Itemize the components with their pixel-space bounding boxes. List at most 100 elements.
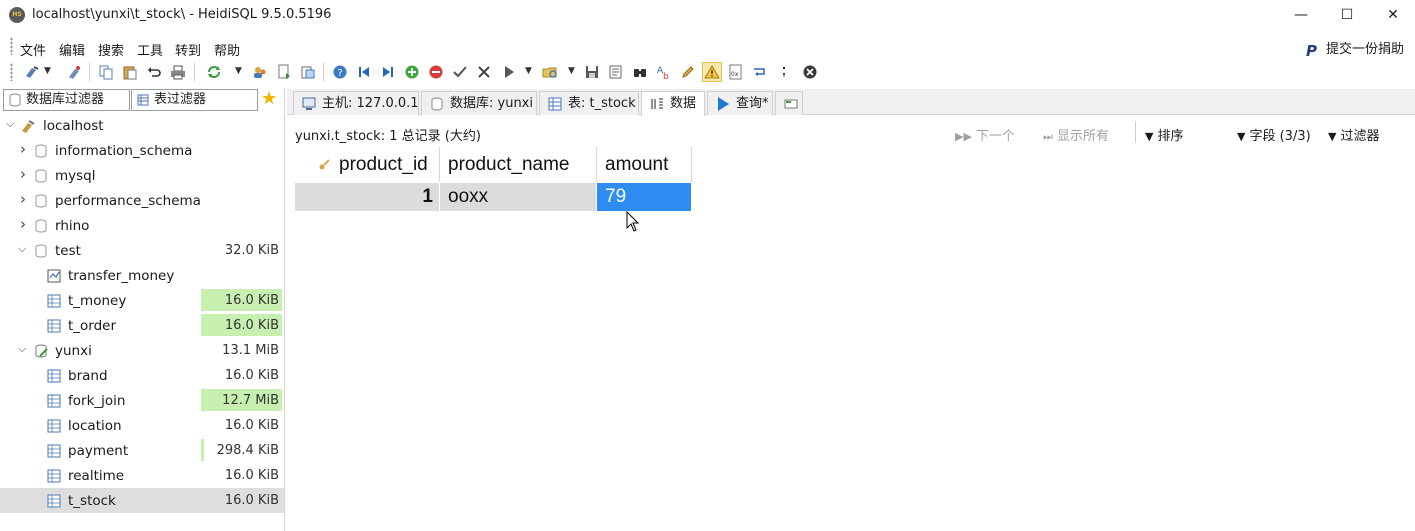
print-icon[interactable] [168,62,188,82]
tree-node-fork-join[interactable]: fork_join 12.7 MiB [0,388,284,413]
funnel-icon: ▼ [1328,130,1337,143]
sort-label: 排序 [1157,129,1184,144]
single-query-icon[interactable] [774,62,794,82]
tree-node-information-schema[interactable]: › information_schema [0,138,284,163]
load-sql-file-icon[interactable] [540,62,560,82]
tab-bar: 主机: 127.0.0.1 数据库: yunxi 表: t_stock 数据 查… [287,89,1415,116]
tree-node-test[interactable]: ⌵ test 32.0 KiB [0,238,284,263]
tree-node-location[interactable]: location 16.0 KiB [0,413,284,438]
funnel-icon: ▼ [1237,130,1246,143]
menu-file[interactable]: 文件 [20,40,46,59]
table-filter-input[interactable]: 表过滤器 [131,89,258,111]
tree-node-label: localhost [43,118,104,134]
tree-node-realtime[interactable]: realtime 16.0 KiB [0,463,284,488]
disconnect-icon[interactable] [64,62,84,82]
load-dropdown-icon[interactable]: ▼ [568,66,575,76]
menu-goto[interactable]: 转到 [175,40,201,59]
menu-grip[interactable] [10,37,13,55]
data-info-bar: yunxi.t_stock: 1 总记录 (大约) ▶▶ 下一个 ⏭ 显示所有 ▼ 排… [287,116,1415,146]
binary-as-hex-icon[interactable]: 0x [726,62,746,82]
menu-tools[interactable]: 工具 [137,40,163,59]
donate-button[interactable]: P 提交一份捐助 [1306,38,1404,59]
chevron-down-icon[interactable]: ⌵ [18,343,28,354]
cell-product-name[interactable]: ooxx [440,183,597,211]
last-record-icon[interactable] [378,62,398,82]
paste-icon[interactable] [120,62,140,82]
cell-product-id[interactable]: 1 [295,183,440,211]
tab-query[interactable]: 查询* [707,91,773,115]
export-icon[interactable] [298,62,318,82]
help-icon[interactable]: ? [330,62,350,82]
tab-table[interactable]: 表: t_stock [539,91,639,115]
reformat-sql-icon[interactable] [678,62,698,82]
column-header-amount[interactable]: amount [597,147,692,182]
next-button[interactable]: ▶▶ 下一个 [955,125,1015,144]
primary-key-icon [319,159,330,170]
columns-button[interactable]: ▼ 字段 (3/3) [1237,125,1311,144]
tree-node-t-order[interactable]: t_order 16.0 KiB [0,313,284,338]
tree-node-payment[interactable]: payment 298.4 KiB [0,438,284,463]
cell-amount-focused[interactable]: 79 [597,183,692,211]
chevron-down-icon[interactable]: ⌵ [18,243,28,254]
tab-new-query[interactable] [775,91,803,115]
menu-edit[interactable]: 编辑 [59,40,85,59]
column-header-product-name[interactable]: product_name [440,147,597,182]
tree-node-transfer-money[interactable]: transfer_money [0,263,284,288]
import-file-icon[interactable] [274,62,294,82]
tab-label: 数据 [670,96,697,111]
delete-row-icon[interactable] [426,62,446,82]
execute-sql-icon[interactable] [499,62,519,82]
favorites-star-icon[interactable]: ★ [261,89,277,109]
chevron-right-icon[interactable]: › [20,142,30,157]
refresh-dropdown-icon[interactable]: ▼ [235,66,242,76]
cancel-changes-icon[interactable] [474,62,494,82]
menu-search[interactable]: 搜索 [98,40,124,59]
database-filter-input[interactable]: 数据库过滤器 [3,89,130,111]
tree-node-rhino[interactable]: › rhino [0,213,284,238]
undo-icon[interactable] [144,62,164,82]
svg-text:0x: 0x [731,71,739,78]
filter-button[interactable]: ▼ 过滤器 [1328,125,1379,144]
first-record-icon[interactable] [354,62,374,82]
chevron-right-icon[interactable]: › [20,192,30,207]
chevron-down-icon[interactable]: ⌵ [6,118,16,129]
toolbar-grip[interactable] [10,63,13,81]
tab-data[interactable]: 数据 [641,91,705,116]
database-filter-placeholder: 数据库过滤器 [26,92,105,107]
tree-node-mysql[interactable]: › mysql [0,163,284,188]
tree-node-t-money[interactable]: t_money 16.0 KiB [0,288,284,313]
tree-node-localhost[interactable]: ⌵ localhost [0,113,284,138]
replace-text-icon[interactable]: Ab [654,62,674,82]
save-icon[interactable] [582,62,602,82]
tab-database[interactable]: 数据库: yunxi [421,91,537,115]
close-button[interactable]: ✕ [1370,0,1415,30]
wrap-lines-icon[interactable] [750,62,770,82]
table-icon [548,97,562,111]
query-warnings-icon[interactable] [702,62,722,82]
refresh-icon[interactable] [204,62,224,82]
user-manager-icon[interactable] [250,62,270,82]
save-snippet-icon[interactable] [606,62,626,82]
tree-node-yunxi[interactable]: ⌵ yunxi 13.1 MiB [0,338,284,363]
stop-query-icon[interactable] [800,62,820,82]
tree-node-t-stock[interactable]: t_stock 16.0 KiB [0,488,284,513]
post-changes-icon[interactable] [450,62,470,82]
chevron-right-icon[interactable]: › [20,167,30,182]
session-manager-icon[interactable] [22,62,42,82]
chevron-right-icon[interactable]: › [20,217,30,232]
tree-node-label: fork_join [68,393,126,409]
tree-node-brand[interactable]: brand 16.0 KiB [0,363,284,388]
maximize-button[interactable]: ☐ [1324,0,1370,30]
column-header-product-id[interactable]: product_id [295,147,440,182]
minimize-button[interactable]: — [1278,0,1324,30]
tree-node-performance-schema[interactable]: › performance_schema [0,188,284,213]
find-text-icon[interactable] [630,62,650,82]
session-dropdown-icon[interactable]: ▼ [44,66,51,76]
tab-host[interactable]: 主机: 127.0.0.1 [293,91,419,115]
copy-icon[interactable] [96,62,116,82]
execute-dropdown-icon[interactable]: ▼ [525,66,532,76]
menu-help[interactable]: 帮助 [214,40,240,59]
show-all-button[interactable]: ⏭ 显示所有 [1043,125,1109,144]
sort-button[interactable]: ▼ 排序 [1145,125,1183,144]
insert-row-icon[interactable] [402,62,422,82]
